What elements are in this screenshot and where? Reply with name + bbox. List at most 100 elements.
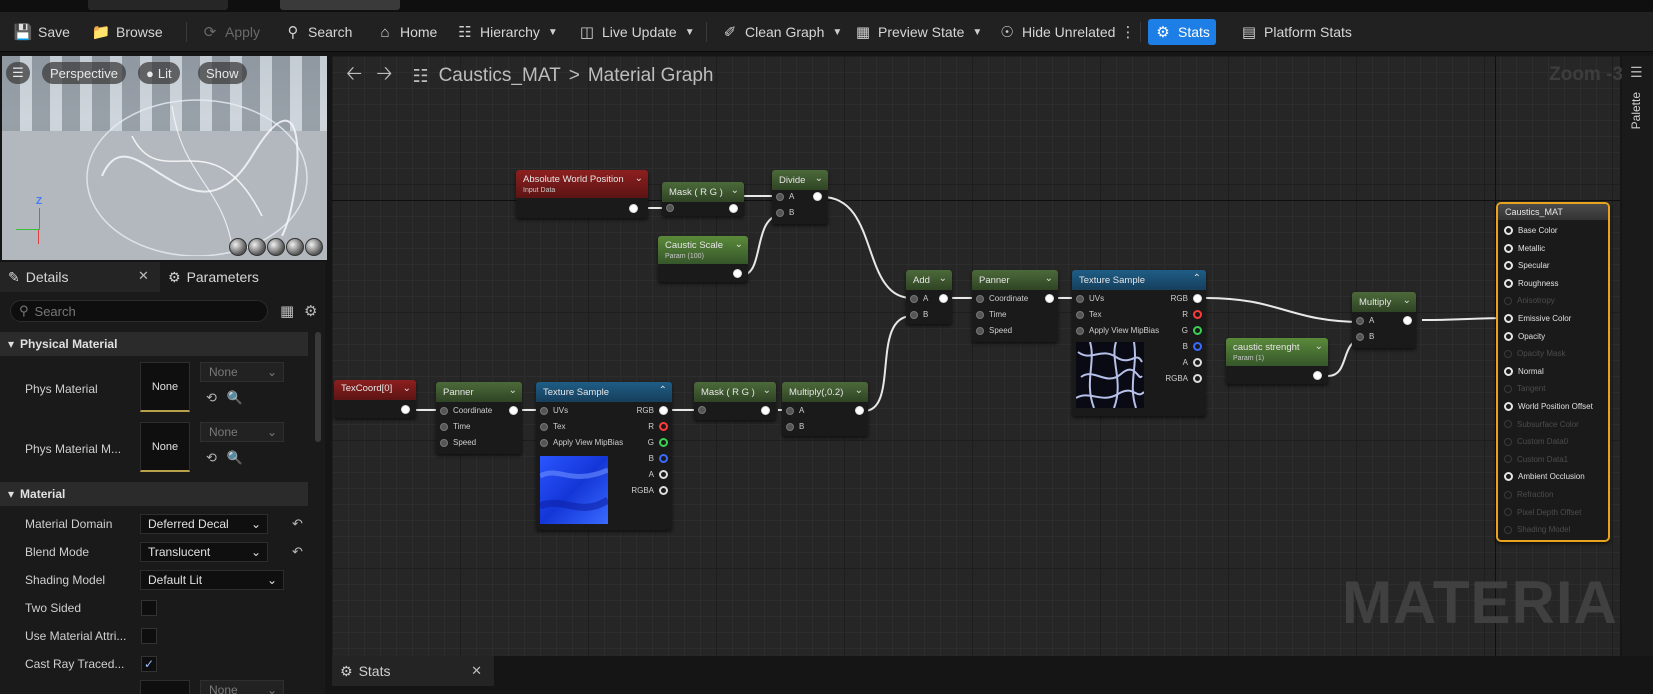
- reset-arrow-icon[interactable]: ⟲: [206, 450, 217, 466]
- result-pin[interactable]: Anisotropy: [1504, 296, 1555, 305]
- output-pin-rgba[interactable]: RGBA: [631, 486, 668, 495]
- output-pin[interactable]: [629, 204, 638, 213]
- result-pin[interactable]: World Position Offset: [1504, 402, 1593, 411]
- output-pin-r[interactable]: R: [1182, 310, 1202, 319]
- input-pin-time[interactable]: Time: [440, 422, 470, 431]
- phys-material-dropdown[interactable]: None ⌄: [200, 362, 284, 382]
- home-button[interactable]: ⌂ Home: [370, 19, 443, 45]
- output-pin[interactable]: [761, 406, 770, 415]
- output-pin[interactable]: [729, 204, 738, 213]
- browse-asset-icon[interactable]: 🔍: [227, 450, 243, 466]
- material-graph-canvas[interactable]: [332, 56, 1620, 656]
- result-pin[interactable]: Opacity: [1504, 331, 1545, 341]
- browse-button[interactable]: 📁 Browse: [86, 19, 169, 45]
- node-panner-bottom[interactable]: Panner ⌄ Coordinate Time Speed: [436, 382, 522, 454]
- result-pin[interactable]: Pixel Depth Offset: [1504, 508, 1581, 517]
- palette-tab[interactable]: Palette: [1629, 92, 1643, 129]
- output-pin-rgb[interactable]: RGB: [637, 406, 668, 415]
- output-pin[interactable]: [733, 269, 742, 278]
- output-pin[interactable]: [939, 294, 948, 303]
- chevron-down-icon[interactable]: ⌄: [731, 185, 739, 196]
- shading-model-dropdown[interactable]: Default Lit ⌄: [140, 570, 284, 590]
- material-domain-dropdown[interactable]: Deferred Decal ⌄: [140, 514, 268, 534]
- input-pin-speed[interactable]: Speed: [976, 326, 1012, 335]
- result-pin[interactable]: Refraction: [1504, 490, 1553, 499]
- close-icon[interactable]: ✕: [138, 268, 149, 284]
- chevron-up-icon[interactable]: ⌃: [659, 385, 667, 396]
- blend-mode-dropdown[interactable]: Translucent ⌄: [140, 542, 268, 562]
- node-multiply-02[interactable]: Multiply(,0.2) ⌄ A B: [782, 382, 868, 436]
- output-pin-rgb[interactable]: RGB: [1171, 294, 1202, 303]
- clean-graph-button[interactable]: ✐ Clean Graph ▼: [715, 19, 848, 45]
- node-caustic-strength[interactable]: caustic strenght Param (1) ⌄: [1226, 338, 1328, 384]
- node-absolute-world-position[interactable]: Absolute World Position Input Data ⌄: [516, 170, 648, 218]
- result-pin[interactable]: Metallic: [1504, 243, 1545, 253]
- viewport-menu-button[interactable]: ☰: [6, 62, 30, 84]
- input-pin-uvs[interactable]: UVs: [540, 406, 568, 415]
- close-icon[interactable]: ✕: [471, 663, 482, 679]
- input-pin-apply-view-mipbias[interactable]: Apply View MipBias: [540, 438, 623, 447]
- output-pin-g[interactable]: G: [648, 438, 668, 447]
- cast-ray-traced-checkbox[interactable]: ✓: [141, 656, 157, 672]
- result-pin[interactable]: Custom Data0: [1504, 437, 1568, 446]
- input-pin-coordinate[interactable]: Coordinate: [440, 406, 492, 415]
- input-pin-a[interactable]: A: [910, 294, 928, 303]
- chevron-down-icon[interactable]: ⌄: [635, 173, 643, 184]
- tab-stats[interactable]: ⚙ Stats ✕: [332, 656, 494, 686]
- hierarchy-button[interactable]: ☷ Hierarchy ▼: [450, 19, 564, 45]
- result-pin[interactable]: Emissive Color: [1504, 314, 1571, 323]
- output-pin-g[interactable]: G: [1182, 326, 1202, 335]
- phys-material-mask-dropdown[interactable]: None ⌄: [200, 422, 284, 442]
- hide-unrelated-button[interactable]: ☉ Hide Unrelated: [992, 19, 1121, 45]
- output-pin-rgba[interactable]: RGBA: [1165, 374, 1202, 383]
- tab-details[interactable]: ✎ Details: [0, 262, 160, 292]
- breadcrumb-graph[interactable]: Material Graph: [588, 65, 714, 87]
- more-options-button[interactable]: ⋮: [1115, 19, 1141, 45]
- node-mask-rg-top[interactable]: Mask ( R G ) ⌄: [662, 182, 744, 216]
- input-pin-time[interactable]: Time: [976, 310, 1006, 319]
- search-button[interactable]: ⚲ Search: [278, 19, 358, 45]
- plane-icon[interactable]: [267, 238, 285, 256]
- input-pin-a[interactable]: A: [776, 192, 794, 201]
- node-mask-rg-bottom[interactable]: Mask ( R G ) ⌄: [694, 382, 776, 420]
- output-pin[interactable]: [1313, 371, 1322, 380]
- editor-tab-active[interactable]: [280, 0, 400, 10]
- node-texcoord[interactable]: TexCoord[0] ⌄: [334, 380, 416, 418]
- section-material[interactable]: ▾ Material: [0, 482, 308, 506]
- cylinder-icon[interactable]: [229, 238, 247, 256]
- input-pin-speed[interactable]: Speed: [440, 438, 476, 447]
- two-sided-checkbox[interactable]: [141, 600, 157, 616]
- node-panner-top[interactable]: Panner ⌄ Coordinate Time Speed: [972, 270, 1058, 342]
- output-pin[interactable]: [1403, 316, 1412, 325]
- perspective-button[interactable]: Perspective: [42, 62, 126, 84]
- input-pin-a[interactable]: A: [786, 406, 804, 415]
- chevron-down-icon[interactable]: ⌄: [855, 385, 863, 396]
- browse-asset-icon[interactable]: 🔍: [227, 390, 243, 406]
- output-pin-a[interactable]: A: [649, 470, 668, 479]
- result-pin[interactable]: Specular: [1504, 261, 1550, 271]
- input-pin-tex[interactable]: Tex: [1076, 310, 1101, 319]
- chevron-down-icon[interactable]: ⌄: [815, 173, 823, 184]
- node-divide[interactable]: Divide ⌄ A B: [772, 170, 828, 224]
- chevron-down-icon[interactable]: ⌄: [1315, 341, 1323, 352]
- output-pin-b[interactable]: B: [1183, 342, 1202, 351]
- input-pin-b[interactable]: B: [1356, 332, 1374, 341]
- back-arrow-icon[interactable]: 🡠: [346, 59, 362, 93]
- result-pin[interactable]: Custom Data1: [1504, 455, 1568, 464]
- details-scrollbar[interactable]: [315, 332, 321, 442]
- reset-arrow-icon[interactable]: ⟲: [206, 390, 217, 406]
- output-pin[interactable]: [401, 405, 410, 414]
- chevron-down-icon[interactable]: ⌄: [763, 385, 771, 396]
- chevron-down-icon[interactable]: ⌄: [1403, 295, 1411, 306]
- details-search-input[interactable]: ⚲ Search: [10, 300, 268, 322]
- input-pin-uvs[interactable]: UVs: [1076, 294, 1104, 303]
- phys-material-thumbnail[interactable]: None: [140, 362, 190, 412]
- input-pin-b[interactable]: B: [776, 208, 794, 217]
- result-pin[interactable]: Tangent: [1504, 384, 1545, 393]
- node-multiply[interactable]: Multiply ⌄ A B: [1352, 292, 1416, 348]
- node-material-result[interactable]: Caustics_MAT Base Color Metallic Specular R…: [1496, 202, 1610, 542]
- input-pin-coordinate[interactable]: Coordinate: [976, 294, 1028, 303]
- output-pin-r[interactable]: R: [648, 422, 668, 431]
- live-update-button[interactable]: ◫ Live Update ▼: [572, 19, 701, 45]
- next-dropdown[interactable]: None ⌄: [200, 680, 284, 694]
